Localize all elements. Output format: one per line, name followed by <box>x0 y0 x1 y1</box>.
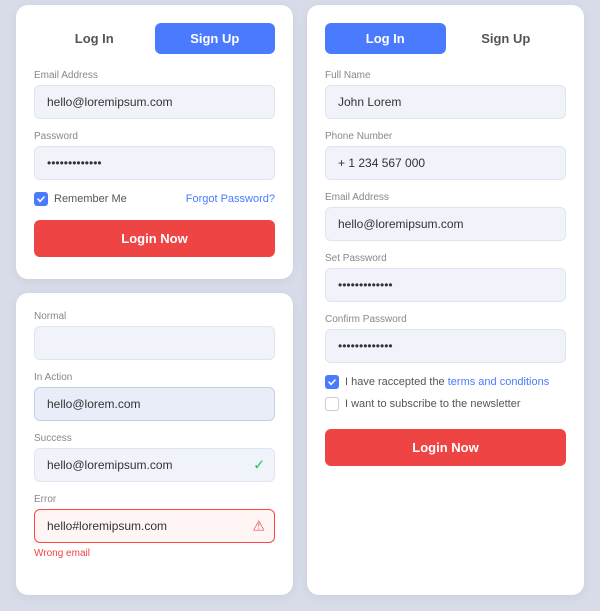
signup-tab-bar: Log In Sign Up <box>325 23 566 54</box>
error-label: Error <box>34 494 275 505</box>
email-group-right: Email Address <box>325 192 566 241</box>
error-group: Error ⚠ Wrong email <box>34 494 275 561</box>
normal-input[interactable] <box>34 326 275 360</box>
remember-label: Remember Me <box>54 193 127 205</box>
email-input-right[interactable] <box>325 207 566 241</box>
password-group: Password <box>34 131 275 180</box>
terms-link[interactable]: terms and conditions <box>448 376 550 388</box>
inaction-group: In Action <box>34 372 275 421</box>
tab-signup-right[interactable]: Sign Up <box>446 23 567 54</box>
success-group: Success ✓ <box>34 433 275 482</box>
inaction-input[interactable] <box>34 387 275 421</box>
login-button-left[interactable]: Login Now <box>34 220 275 257</box>
terms-checkbox[interactable] <box>325 375 339 389</box>
phone-label: Phone Number <box>325 131 566 142</box>
terms-prefix: I have raccepted the <box>345 376 448 388</box>
states-card: Normal In Action Success ✓ Error <box>16 293 293 595</box>
password-label: Password <box>34 131 275 142</box>
tab-signup-left[interactable]: Sign Up <box>155 23 276 54</box>
error-input[interactable] <box>34 509 275 543</box>
login-button-right[interactable]: Login Now <box>325 429 566 466</box>
remember-checkbox[interactable] <box>34 192 48 206</box>
fullname-group: Full Name <box>325 70 566 119</box>
setpassword-group: Set Password <box>325 253 566 302</box>
error-icon: ⚠ <box>252 518 265 535</box>
setpassword-label: Set Password <box>325 253 566 264</box>
forgot-password-link[interactable]: Forgot Password? <box>186 193 275 205</box>
signup-card: Log In Sign Up Full Name Phone Number Em… <box>307 5 584 595</box>
newsletter-row: I want to subscribe to the newsletter <box>325 397 566 411</box>
setpassword-input[interactable] <box>325 268 566 302</box>
normal-label: Normal <box>34 311 275 322</box>
fullname-label: Full Name <box>325 70 566 81</box>
newsletter-label: I want to subscribe to the newsletter <box>345 398 520 410</box>
email-label: Email Address <box>34 70 275 81</box>
success-wrapper: ✓ <box>34 448 275 482</box>
email-group: Email Address <box>34 70 275 119</box>
newsletter-checkbox[interactable] <box>325 397 339 411</box>
email-input[interactable] <box>34 85 275 119</box>
confirmpassword-input[interactable] <box>325 329 566 363</box>
error-message: Wrong email <box>34 548 90 559</box>
terms-row: I have raccepted the terms and condition… <box>325 375 566 389</box>
confirmpassword-group: Confirm Password <box>325 314 566 363</box>
confirmpassword-label: Confirm Password <box>325 314 566 325</box>
login-tab-bar: Log In Sign Up <box>34 23 275 54</box>
password-input[interactable] <box>34 146 275 180</box>
remember-left: Remember Me <box>34 192 127 206</box>
success-label: Success <box>34 433 275 444</box>
normal-group: Normal <box>34 311 275 360</box>
error-wrapper: ⚠ <box>34 509 275 543</box>
inaction-label: In Action <box>34 372 275 383</box>
terms-text: I have raccepted the terms and condition… <box>345 376 549 388</box>
tab-login-right[interactable]: Log In <box>325 23 446 54</box>
login-card: Log In Sign Up Email Address Password <box>16 5 293 279</box>
fullname-input[interactable] <box>325 85 566 119</box>
success-input[interactable] <box>34 448 275 482</box>
email-label-right: Email Address <box>325 192 566 203</box>
remember-row: Remember Me Forgot Password? <box>34 192 275 206</box>
success-icon: ✓ <box>253 457 265 474</box>
phone-input[interactable] <box>325 146 566 180</box>
phone-group: Phone Number <box>325 131 566 180</box>
tab-login-left[interactable]: Log In <box>34 23 155 54</box>
